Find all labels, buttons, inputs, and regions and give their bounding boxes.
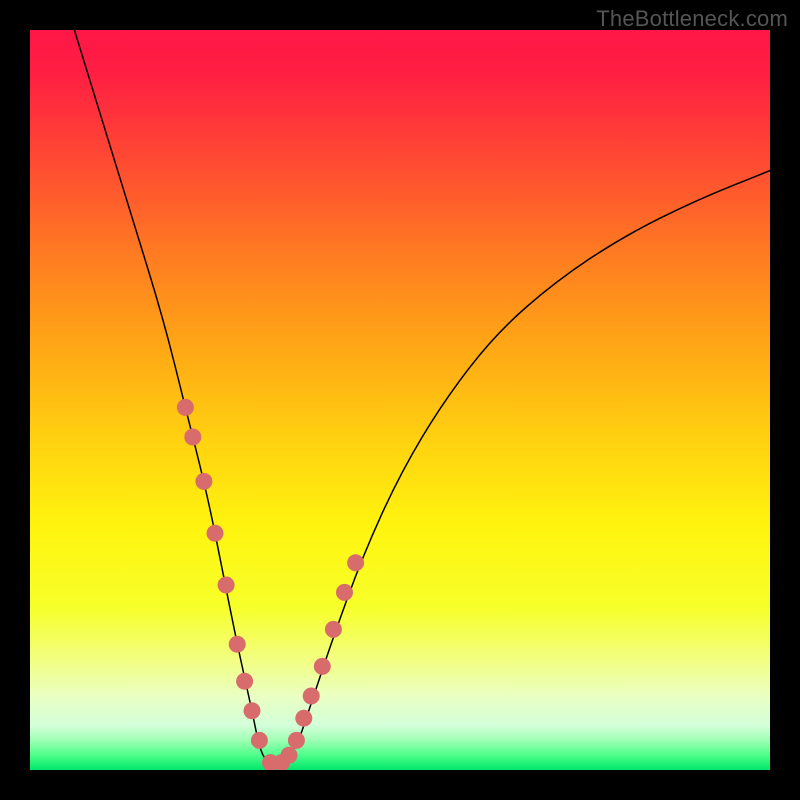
marker-dot — [295, 710, 312, 727]
marker-dot — [314, 658, 331, 675]
marker-dot — [218, 577, 235, 594]
marker-dot — [229, 636, 246, 653]
marker-dot — [207, 525, 224, 542]
marker-dot — [347, 554, 364, 571]
marker-dot — [303, 688, 320, 705]
bottleneck-curve — [74, 30, 770, 765]
marker-dot — [251, 732, 268, 749]
marker-dot — [281, 747, 298, 764]
marker-dots — [177, 399, 364, 770]
marker-dot — [336, 584, 353, 601]
marker-dot — [184, 429, 201, 446]
marker-dot — [244, 702, 261, 719]
curve-layer — [30, 30, 770, 770]
marker-dot — [325, 621, 342, 638]
marker-dot — [288, 732, 305, 749]
marker-dot — [195, 473, 212, 490]
marker-dot — [177, 399, 194, 416]
watermark-text: TheBottleneck.com — [596, 6, 788, 32]
marker-dot — [236, 673, 253, 690]
plot-area — [30, 30, 770, 770]
outer-frame: TheBottleneck.com — [0, 0, 800, 800]
